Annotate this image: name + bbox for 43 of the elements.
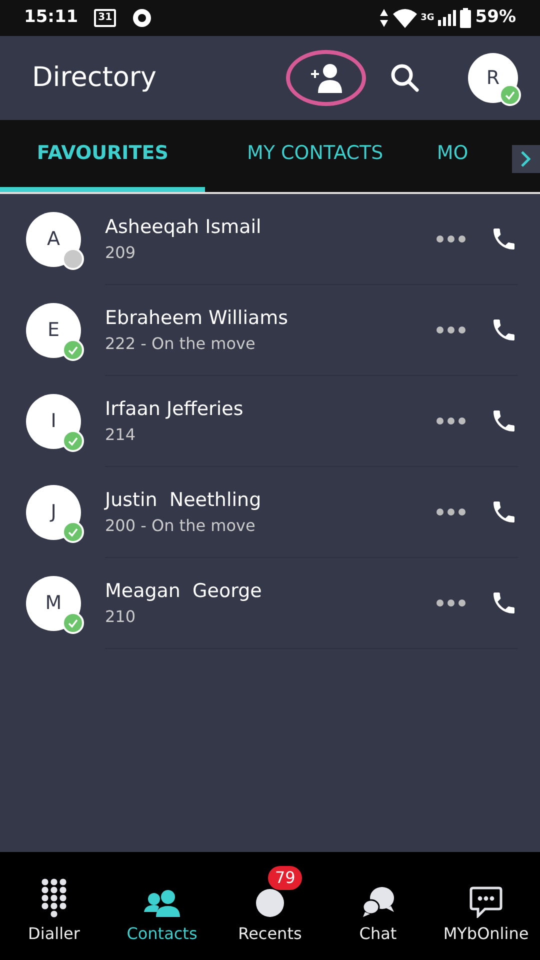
add-person-icon [309, 63, 343, 93]
contact-extension: 210 [105, 606, 137, 628]
search-icon[interactable] [390, 63, 420, 93]
more-icon[interactable] [436, 235, 466, 243]
contact-extension: 214 [105, 424, 137, 446]
nav-tab[interactable]: Recents 79 [216, 866, 324, 946]
nav-tab[interactable]: Dialler [0, 866, 108, 946]
add-contact-button[interactable] [286, 50, 366, 106]
more-icon[interactable] [436, 599, 466, 607]
page-title: Directory [32, 60, 156, 95]
nav-tab[interactable]: Chat [324, 866, 432, 946]
wifi-icon [392, 8, 417, 28]
network-type: 3G [420, 14, 434, 22]
nav-tab[interactable]: MYbOnline [432, 866, 540, 946]
contact-avatar: A [26, 212, 81, 267]
contact-name: Asheeqah Ismail [105, 214, 262, 240]
signal-icon [438, 10, 456, 26]
scroll-right-icon[interactable] [512, 145, 540, 173]
calendar-icon: 31 [94, 9, 116, 27]
contact-name: Irfaan Jefferies [105, 396, 244, 422]
contact-name: Ebraheem Williams [105, 306, 288, 331]
more-icon[interactable] [436, 508, 466, 516]
contact-name: Justin Neethling [105, 488, 262, 513]
contact-extension: 200 - On the move [105, 515, 256, 538]
contact-extension: 222 - On the move [105, 333, 256, 356]
data-arrows-icon [378, 8, 389, 28]
contact-avatar: J [26, 485, 81, 540]
contact-avatar: I [26, 394, 81, 449]
nav-tab[interactable]: Contacts [108, 866, 216, 946]
tab[interactable]: MY CONTACTS [205, 120, 425, 192]
dialpad-icon [40, 878, 68, 918]
tab[interactable]: MO [424, 120, 540, 192]
more-icon[interactable] [436, 326, 466, 334]
contact-extension: 209 [105, 242, 137, 264]
contact-name: Meagan George [105, 578, 262, 604]
contact-avatar: E [26, 303, 81, 358]
more-icon[interactable] [436, 417, 466, 425]
clock-time: 15:11 [24, 6, 78, 30]
contact-avatar: M [26, 576, 81, 631]
battery-icon [460, 8, 472, 28]
unread-count: 79 [268, 866, 302, 890]
tab[interactable]: FAVOURITES [0, 120, 206, 192]
battery-percent: 59% [475, 6, 516, 30]
